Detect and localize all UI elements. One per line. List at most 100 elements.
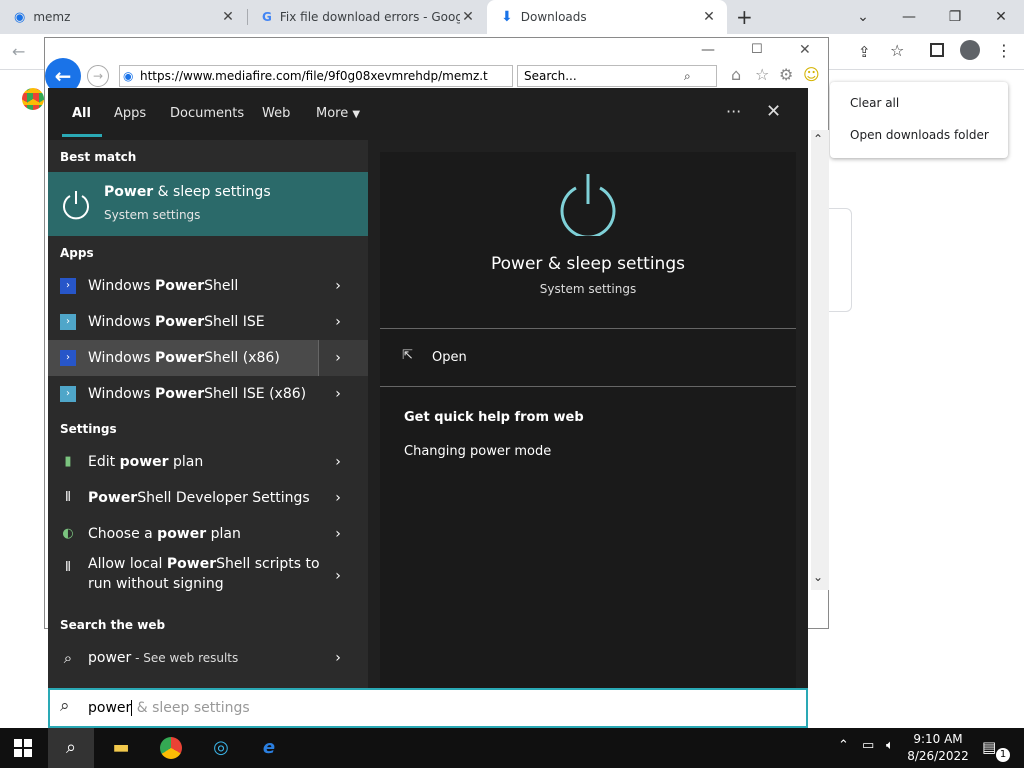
open-downloads-folder-menu-item[interactable]: Open downloads folder (850, 128, 989, 142)
home-icon[interactable]: ⌂ (731, 65, 741, 84)
clock-time[interactable]: 9:10 AM (906, 732, 970, 746)
tab-search-icon[interactable]: ⌄ (840, 2, 886, 32)
list-item[interactable]: ◐ Choose a power plan › (48, 516, 368, 552)
match-highlight: Power (154, 350, 205, 366)
menu-kebab-icon[interactable]: ⋮ (996, 41, 1012, 60)
notification-icon[interactable]: ▤ (982, 738, 996, 756)
list-item[interactable]: ⫴ PowerShell Developer Settings › (48, 480, 368, 516)
label-pre: Windows (88, 386, 155, 402)
tab-documents[interactable]: Documents (170, 106, 244, 121)
match-highlight: Power (88, 490, 138, 506)
chevron-up-icon[interactable]: ⌃ (838, 738, 849, 753)
search-input-text[interactable]: power & sleep settings (88, 700, 250, 716)
list-item[interactable]: › Windows PowerShell ISE › (48, 304, 368, 340)
back-arrow-icon[interactable]: ← (12, 42, 25, 61)
close-icon[interactable]: ✕ (766, 101, 781, 122)
item-label: Allow local PowerShell scripts to (88, 556, 320, 572)
ie-scrollbar[interactable]: ⌃ ⌄ (811, 130, 829, 590)
new-tab-button[interactable]: + (736, 5, 753, 29)
best-match-subtitle: System settings (104, 208, 201, 222)
ie-maximize-button[interactable]: ☐ (751, 42, 763, 57)
volume-icon[interactable]: 🔈︎ (886, 738, 894, 753)
divider (380, 328, 796, 329)
item-label: Windows PowerShell (88, 278, 238, 294)
ie-address-bar[interactable]: ◉ https://www.mediafire.com/file/9f0g08x… (119, 65, 513, 87)
chevron-right-icon[interactable]: › (328, 650, 348, 666)
chrome-taskbar-icon[interactable] (148, 728, 194, 768)
downloads-context-menu: Clear all Open downloads folder (830, 82, 1008, 158)
side-panel-icon[interactable] (930, 43, 944, 57)
tab-memz[interactable]: ◉ memz ✕ (0, 0, 246, 34)
profile-avatar-icon[interactable] (960, 40, 980, 60)
developer-settings-icon: ⫴ (65, 490, 71, 505)
list-item[interactable]: ▮ Edit power plan › (48, 444, 368, 480)
close-window-button[interactable]: ✕ (978, 2, 1024, 32)
close-icon[interactable]: ✕ (701, 9, 717, 25)
favorites-star-icon[interactable]: ☆ (755, 65, 769, 84)
restore-button[interactable]: ❐ (932, 2, 978, 32)
tab-apps[interactable]: Apps (114, 106, 146, 121)
chevron-right-icon[interactable]: › (328, 454, 348, 470)
web-search-item[interactable]: ⌕ power - See web results › (48, 640, 368, 676)
item-label: PowerShell Developer Settings (88, 490, 310, 506)
clock-date[interactable]: 8/26/2022 (906, 749, 970, 763)
best-match-item[interactable]: Power & sleep settings System settings (48, 172, 368, 236)
open-action[interactable]: ⇱ Open (402, 348, 602, 372)
search-icon[interactable]: ⌕ (684, 66, 691, 86)
tab-downloads[interactable]: ⬇ Downloads ✕ (487, 0, 727, 34)
internet-explorer-icon[interactable]: e (246, 728, 292, 768)
minimize-button[interactable]: — (886, 2, 932, 32)
label-pre: Windows (88, 278, 155, 294)
more-options-icon[interactable]: ··· (726, 102, 741, 121)
tab-fix-download[interactable]: G Fix file download errors - Google ✕ (248, 0, 486, 34)
tab-all[interactable]: All (72, 106, 91, 121)
file-explorer-icon[interactable]: ▬ (98, 728, 144, 768)
close-icon[interactable]: ✕ (460, 9, 476, 25)
tools-gear-icon[interactable]: ⚙ (779, 65, 793, 84)
start-search-panel: All Apps Documents Web More ▼ ··· ✕ Best… (48, 88, 808, 688)
chevron-right-icon[interactable]: › (328, 278, 348, 294)
caret-down-icon: ▼ (352, 109, 361, 120)
tab-web[interactable]: Web (262, 106, 290, 121)
chevron-right-icon[interactable]: › (328, 314, 348, 330)
edge-icon[interactable]: ◎ (198, 728, 244, 768)
label-post: Shell (204, 278, 239, 294)
start-search-box[interactable]: ⌕ power & sleep settings (48, 688, 808, 728)
ie-close-button[interactable]: ✕ (799, 42, 811, 58)
windows-start-icon[interactable] (0, 728, 46, 768)
powershell-ise-icon: › (60, 314, 76, 330)
tab-more[interactable]: More ▼ (316, 106, 360, 121)
ie-forward-button[interactable]: → (87, 65, 109, 87)
taskbar-search-icon[interactable]: ⌕ (48, 728, 94, 768)
smiley-icon[interactable]: ☺ (803, 65, 820, 84)
preview-pane: Power & sleep settings System settings ⇱… (380, 152, 796, 688)
chevron-right-icon[interactable]: › (328, 350, 348, 366)
power-options-icon: ◐ (62, 526, 74, 541)
preview-title: Power & sleep settings (491, 254, 685, 274)
download-icon: ⬇ (501, 9, 513, 25)
clear-all-menu-item[interactable]: Clear all (850, 96, 899, 110)
list-item[interactable]: ⫴ Allow local PowerShell scripts to run … (48, 552, 368, 600)
web-suffix: - See web results (131, 651, 239, 665)
share-icon[interactable]: ⇪ (858, 43, 871, 61)
search-icon: ⌕ (60, 696, 70, 716)
list-item[interactable]: › Windows PowerShell ISE (x86) › (48, 376, 368, 412)
bookmark-star-icon[interactable]: ☆ (890, 41, 904, 60)
label-pre: Choose a (88, 526, 158, 542)
match-highlight: Power (154, 278, 205, 294)
scroll-up-icon[interactable]: ⌃ (813, 132, 823, 146)
chevron-right-icon[interactable]: › (328, 568, 348, 584)
ie-search-box[interactable]: Search... ⌕ (517, 65, 717, 87)
quick-help-link[interactable]: Changing power mode (404, 444, 551, 459)
close-icon[interactable]: ✕ (220, 9, 236, 25)
ie-minimize-button[interactable]: — (701, 42, 715, 58)
chevron-right-icon[interactable]: › (328, 386, 348, 402)
label-post: Shell ISE (204, 314, 265, 330)
chevron-right-icon[interactable]: › (328, 526, 348, 542)
chevron-right-icon[interactable]: › (328, 490, 348, 506)
list-item[interactable]: › Windows PowerShell › (48, 268, 368, 304)
list-item[interactable]: › Windows PowerShell (x86) › (48, 340, 368, 376)
network-icon[interactable]: ▭ (862, 738, 874, 753)
scroll-down-icon[interactable]: ⌄ (813, 570, 823, 584)
ie-page-icon: ◉ (123, 69, 134, 83)
